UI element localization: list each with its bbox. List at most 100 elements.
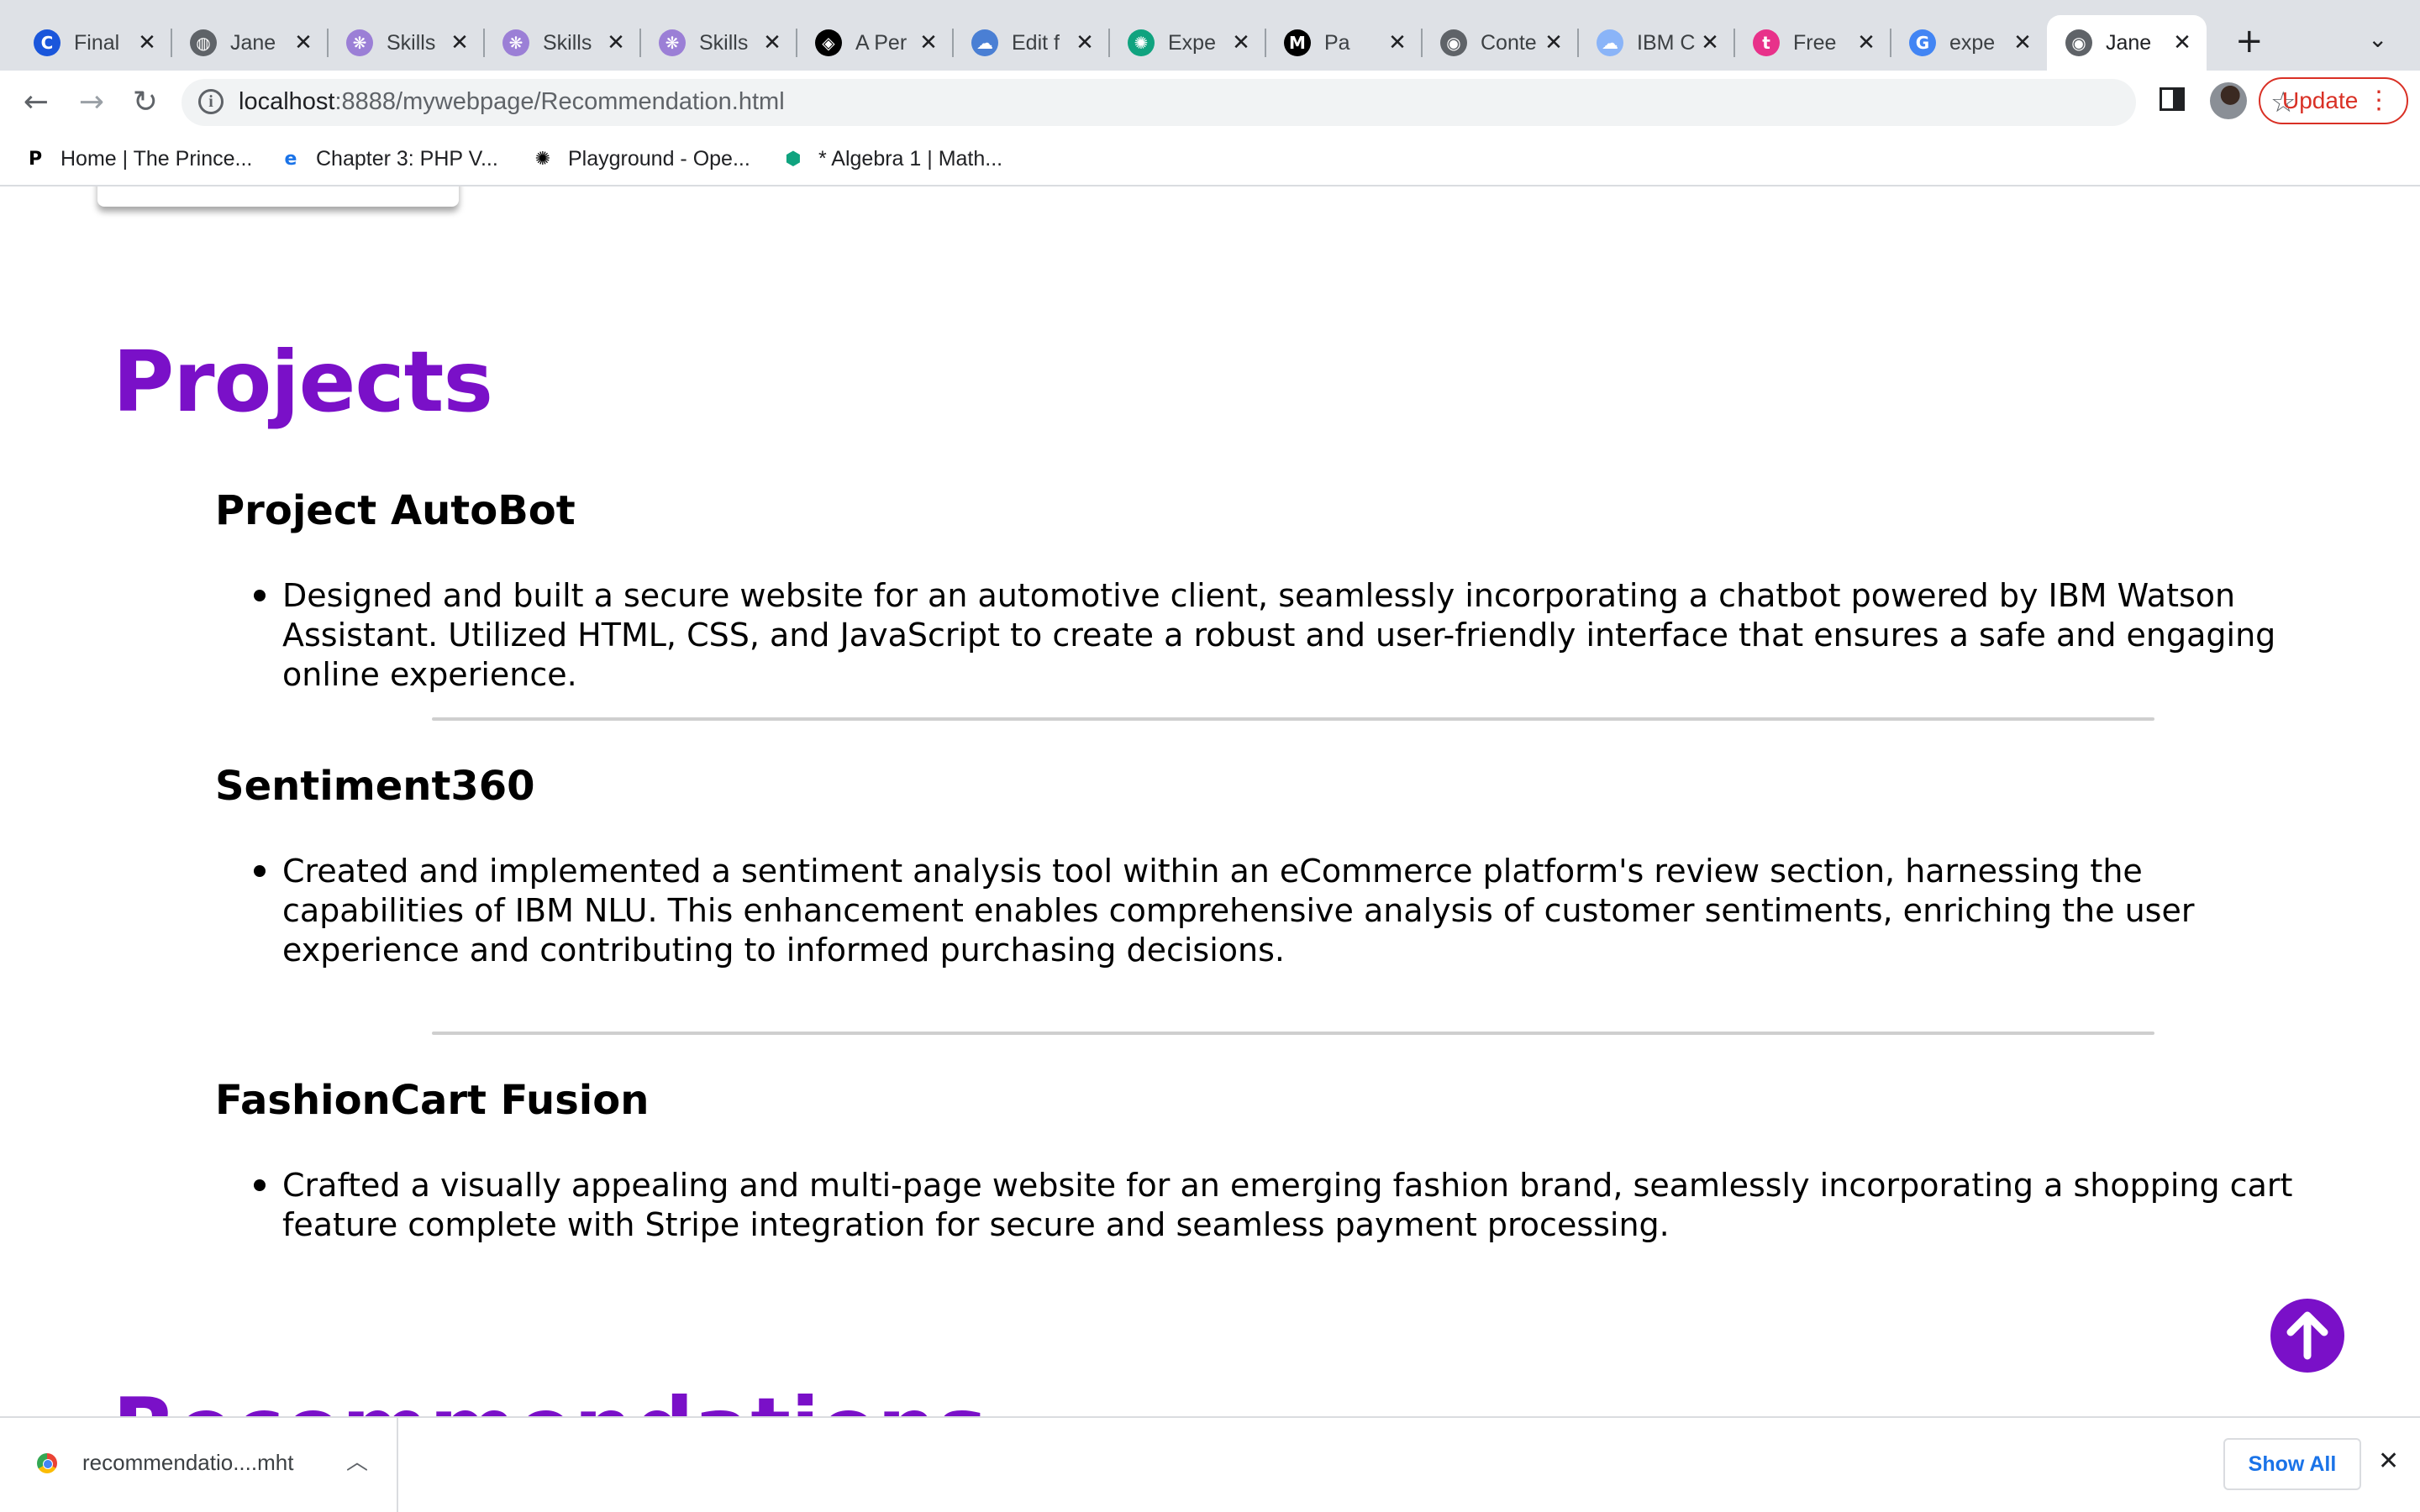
project-title: Sentiment360 — [215, 763, 535, 810]
tab-close-icon[interactable]: ✕ — [1541, 30, 1566, 55]
url-text[interactable]: localhost:8888/mywebpage/Recommendation.… — [239, 88, 785, 116]
browser-tab[interactable]: ◍ Jane ✕ — [171, 15, 329, 71]
kebab-menu-icon: ⋮ — [2366, 87, 2391, 114]
divider — [432, 1032, 2154, 1035]
c-logo-icon: C — [34, 29, 60, 56]
project-description: Created and implemented a sentiment anal… — [282, 853, 2195, 969]
show-all-button[interactable]: Show All — [2223, 1438, 2361, 1490]
bookmarks-bar: P Home | The Prince... e Chapter 3: PHP V..… — [0, 133, 2420, 186]
profile-avatar[interactable] — [2210, 82, 2247, 119]
download-shelf: recommendatio....mht ︿ Show All ✕ — [0, 1416, 2420, 1512]
tab-title: IBM C — [1637, 30, 1696, 55]
browser-tab[interactable]: C Final ✕ — [15, 15, 172, 71]
browser-tab[interactable]: ❋ Skills ✕ — [640, 15, 797, 71]
tab-title: Conte — [1481, 30, 1537, 55]
chevron-up-icon[interactable]: ︿ — [346, 1445, 368, 1476]
project-description: Crafted a visually appealing and multi-p… — [282, 1167, 2293, 1243]
skills-network-icon: ❋ — [346, 29, 373, 56]
browser-tab[interactable]: ❋ Skills ✕ — [328, 15, 485, 71]
browser-tab[interactable]: ◈ A Per ✕ — [797, 15, 954, 71]
bookmark-item[interactable]: ✺ Playground - Ope... — [529, 143, 750, 175]
browser-tab[interactable]: ◉ Conte ✕ — [1422, 15, 1579, 71]
projects-heading: Projects — [113, 333, 493, 431]
bookmark-item[interactable]: P Home | The Prince... — [22, 143, 252, 175]
bullet-icon — [254, 1179, 266, 1191]
tab-close-icon[interactable]: ✕ — [1697, 30, 1723, 55]
tab-close-icon[interactable]: ✕ — [916, 30, 941, 55]
url-path: :8888/mywebpage/Recommendation.html — [334, 88, 785, 115]
tab-search-chevron-icon[interactable]: ⌄ — [2368, 25, 2387, 53]
browser-tab[interactable]: ☁ IBM C ✕ — [1578, 15, 1735, 71]
arrow-up-icon — [2286, 1311, 2328, 1360]
update-label: Update — [2282, 87, 2359, 113]
scroll-to-top-button[interactable] — [2270, 1299, 2344, 1373]
skills-network-icon: ❋ — [659, 29, 686, 56]
reload-button[interactable]: ↻ — [123, 79, 168, 124]
letter-t-icon: t — [1753, 29, 1780, 56]
bullet-icon — [254, 590, 266, 601]
tab-close-icon[interactable]: ✕ — [1228, 30, 1254, 55]
bookmark-item[interactable]: ⬢ * Algebra 1 | Math... — [780, 143, 1002, 175]
address-bar[interactable]: i localhost:8888/mywebpage/Recommendatio… — [182, 79, 2296, 126]
tab-close-icon[interactable]: ✕ — [1854, 30, 1879, 55]
divider — [432, 717, 2154, 721]
chrome-file-icon — [37, 1453, 57, 1473]
tab-title: Jane — [2106, 30, 2152, 55]
project-description: Designed and built a secure website for … — [282, 577, 2276, 693]
tab-title: Skills — [543, 30, 592, 55]
ibm-cloud-icon: ☁ — [1597, 29, 1623, 56]
codepen-icon: ◈ — [815, 29, 842, 56]
tab-close-icon[interactable]: ✕ — [1385, 30, 1410, 55]
update-button[interactable]: Update ⋮ — [2259, 77, 2408, 124]
khan-academy-icon: ⬢ — [785, 148, 802, 170]
bookmark-label: Home | The Prince... — [60, 146, 253, 171]
tab-title: Pa — [1324, 30, 1350, 55]
forward-button[interactable]: → — [69, 79, 114, 124]
browser-tab[interactable]: ☁ Edit f ✕ — [953, 15, 1110, 71]
browser-toolbar: ← → ↻ i localhost:8888/mywebpage/Recomme… — [0, 71, 2420, 133]
openai-icon: ✺ — [534, 148, 551, 170]
bookmark-label: Playground - Ope... — [568, 146, 750, 171]
web-page: Projects Project AutoBot Designed and bu… — [0, 186, 2420, 1416]
tab-title: Edit f — [1012, 30, 1060, 55]
download-item[interactable]: recommendatio....mht ︿ — [0, 1418, 398, 1512]
cloud-icon: ☁ — [971, 29, 998, 56]
medium-icon: M — [1284, 29, 1311, 56]
tab-close-icon[interactable]: ✕ — [760, 30, 785, 55]
tab-close-icon[interactable]: ✕ — [291, 30, 316, 55]
tab-close-icon[interactable]: ✕ — [603, 30, 629, 55]
bookmark-item[interactable]: e Chapter 3: PHP V... — [277, 143, 498, 175]
browser-tab[interactable]: ❋ Skills ✕ — [484, 15, 641, 71]
download-file-name: recommendatio....mht — [82, 1450, 294, 1475]
browser-tab[interactable]: ✺ Expe ✕ — [1109, 15, 1266, 71]
browser-tab[interactable]: Gexpe ✕ — [1891, 15, 2047, 71]
site-info-icon[interactable]: i — [198, 89, 224, 114]
url-host: localhost — [239, 88, 335, 115]
edge-icon: e — [284, 148, 297, 170]
tab-title: Free — [1793, 30, 1837, 55]
globe-icon: ◍ — [190, 29, 217, 56]
bookmark-label: Chapter 3: PHP V... — [316, 146, 498, 171]
tab-title: expe — [1949, 30, 1996, 55]
side-panel-icon[interactable] — [2160, 87, 2185, 111]
recommendations-heading: Recommendations — [113, 1379, 987, 1416]
page-nav-dropdown-edge — [97, 186, 459, 207]
tab-title: Jane — [230, 30, 276, 55]
new-tab-button[interactable]: + — [2235, 22, 2264, 60]
tab-close-icon[interactable]: ✕ — [2010, 30, 2035, 55]
tab-title: Skills — [699, 30, 749, 55]
tab-close-icon[interactable]: ✕ — [447, 30, 472, 55]
tab-close-icon[interactable]: ✕ — [1072, 30, 1097, 55]
openai-icon: ✺ — [1128, 29, 1155, 56]
close-icon[interactable]: ✕ — [2378, 1446, 2399, 1476]
browser-tab[interactable]: ◉ Jane ✕ — [2047, 15, 2207, 71]
back-button[interactable]: ← — [13, 79, 59, 124]
princeton-review-icon: P — [28, 148, 43, 170]
bookmark-label: * Algebra 1 | Math... — [818, 146, 1003, 171]
bullet-icon — [254, 865, 266, 877]
tab-strip: C Final ✕ ◍ Jane ✕ ❋ Skills ✕ ❋ Skills ✕ ❋ Skills ✕ ◈ A … — [0, 0, 2420, 71]
tab-close-icon[interactable]: ✕ — [134, 30, 160, 55]
browser-tab[interactable]: M Pa ✕ — [1265, 15, 1423, 71]
browser-tab[interactable]: t Free ✕ — [1734, 15, 1891, 71]
tab-close-icon[interactable]: ✕ — [2170, 30, 2195, 55]
